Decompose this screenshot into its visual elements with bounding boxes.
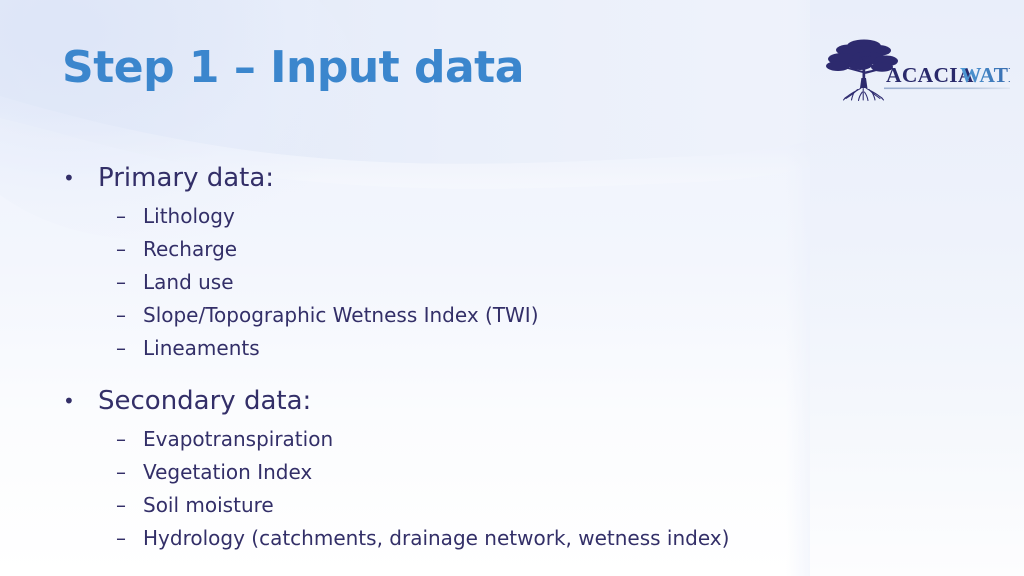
- bullet-group-primary: • Primary data: – Lithology – Recharge –…: [58, 158, 958, 365]
- presentation-slide: Step 1 – Input data ACACIA WAT • Primary…: [0, 0, 1024, 576]
- bullet-heading-label: Primary data:: [98, 163, 275, 193]
- logo-svg: ACACIA WATER: [826, 39, 1010, 102]
- list-item-label: Evapotranspiration: [143, 427, 334, 451]
- bullet-group-secondary: • Secondary data: – Evapotranspiration –…: [58, 381, 958, 555]
- dash-marker-icon: –: [116, 493, 126, 517]
- logo-word-water: WATER: [960, 63, 1010, 87]
- bullet-heading-primary: • Primary data:: [58, 158, 958, 198]
- list-item: – Hydrology (catchments, drainage networ…: [58, 522, 958, 555]
- list-item: – Land use: [58, 266, 958, 299]
- slide-title: Step 1 – Input data: [62, 42, 524, 93]
- bullet-heading-secondary: • Secondary data:: [58, 381, 958, 421]
- bullet-heading-label: Secondary data:: [98, 386, 312, 416]
- dash-marker-icon: –: [116, 526, 126, 550]
- list-item: – Evapotranspiration: [58, 423, 958, 456]
- dash-marker-icon: –: [116, 270, 126, 294]
- dash-marker-icon: –: [116, 237, 126, 261]
- list-item-label: Slope/Topographic Wetness Index (TWI): [143, 303, 539, 327]
- dash-marker-icon: –: [116, 336, 126, 360]
- dash-marker-icon: –: [116, 303, 126, 327]
- dash-marker-icon: –: [116, 204, 126, 228]
- dash-marker-icon: –: [116, 460, 126, 484]
- acacia-water-logo[interactable]: ACACIA WATER: [824, 34, 1010, 106]
- list-item-label: Hydrology (catchments, drainage network,…: [143, 526, 730, 550]
- list-item-label: Lineaments: [143, 336, 260, 360]
- list-item-label: Land use: [143, 270, 234, 294]
- list-item: – Soil moisture: [58, 489, 958, 522]
- slide-body: • Primary data: – Lithology – Recharge –…: [58, 158, 958, 555]
- bullet-marker-icon: •: [63, 166, 75, 190]
- dash-marker-icon: –: [116, 427, 126, 451]
- list-item-label: Vegetation Index: [143, 460, 313, 484]
- list-item-label: Soil moisture: [143, 493, 274, 517]
- list-item: – Vegetation Index: [58, 456, 958, 489]
- logo-underline: [884, 87, 1010, 90]
- list-item: – Slope/Topographic Wetness Index (TWI): [58, 299, 958, 332]
- list-item: – Lithology: [58, 200, 958, 233]
- list-item: – Recharge: [58, 233, 958, 266]
- list-item: – Lineaments: [58, 332, 958, 365]
- bullet-marker-icon: •: [63, 389, 75, 413]
- list-item-label: Recharge: [143, 237, 238, 261]
- list-item-label: Lithology: [143, 204, 235, 228]
